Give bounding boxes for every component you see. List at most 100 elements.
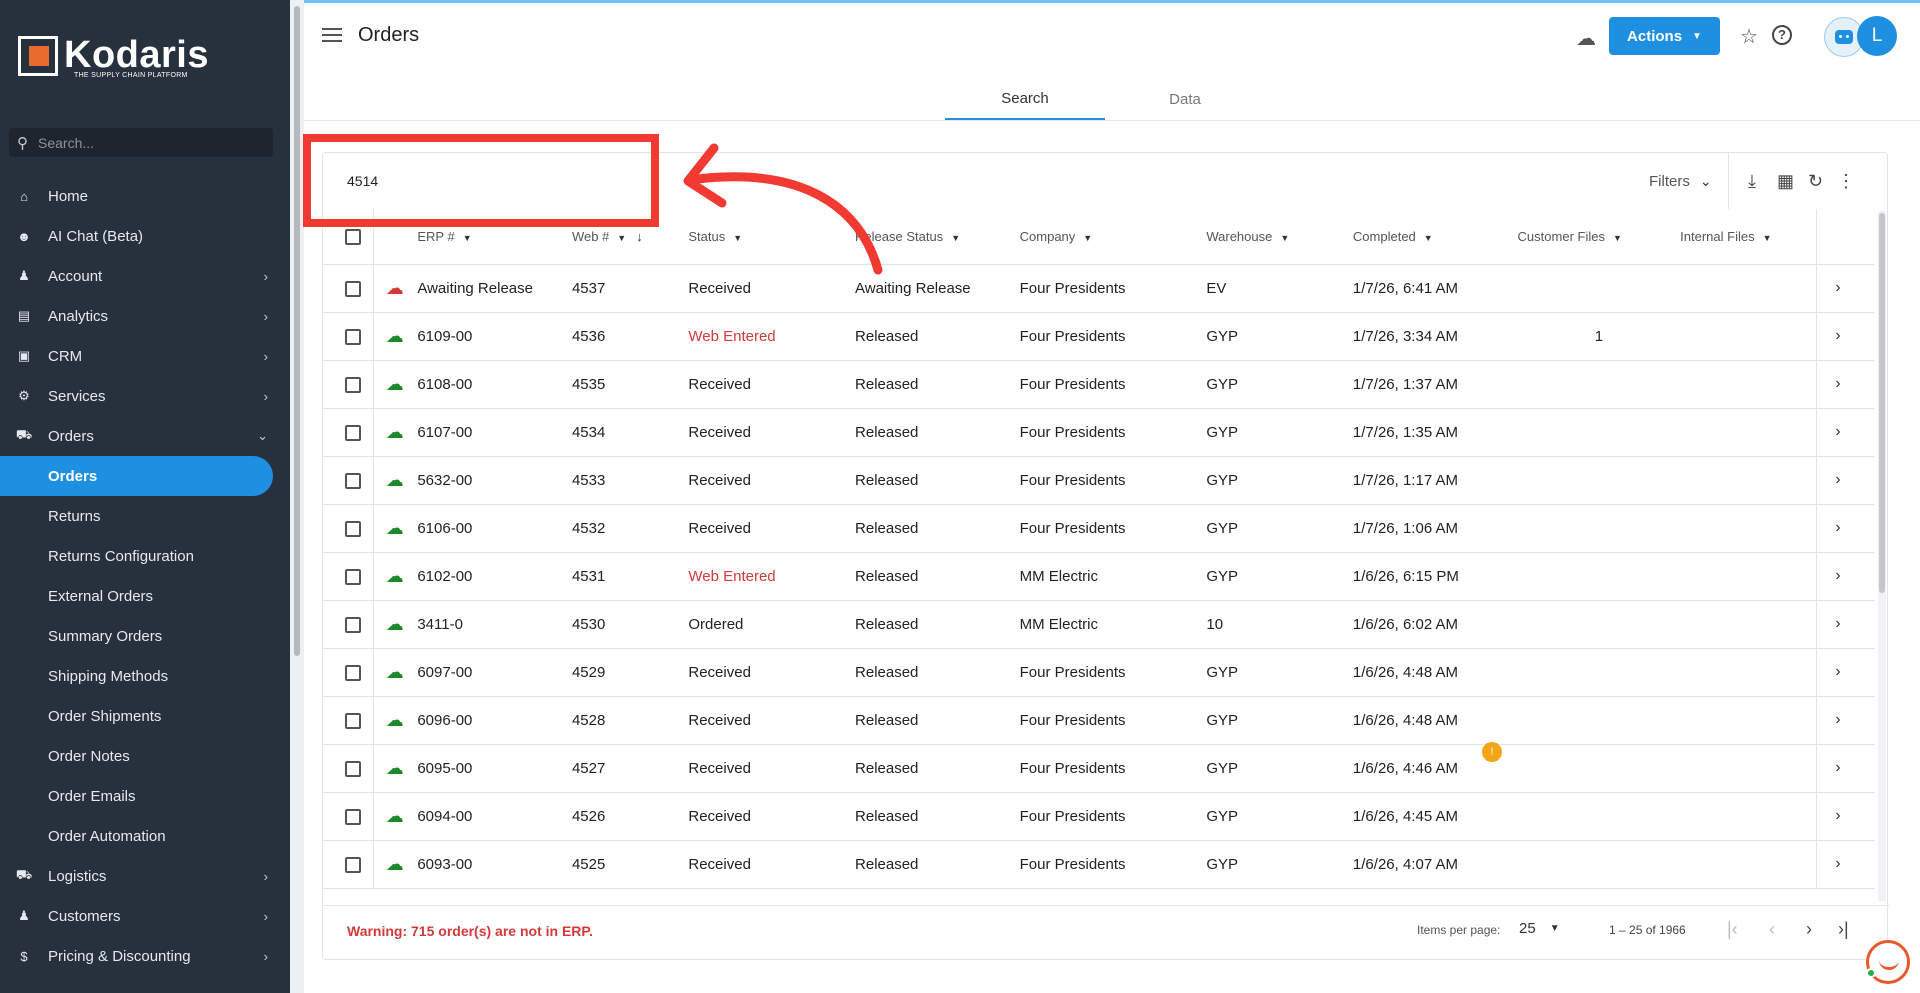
table-row[interactable]: ☁ 6093-00 4525 Received Released Four Pr… <box>323 840 1875 889</box>
column-header-customer-files[interactable]: Customer Files ▼ <box>1517 209 1681 265</box>
row-open-chevron-icon[interactable]: › <box>1816 552 1875 601</box>
sync-ok-cloud-icon[interactable]: ☁ <box>386 854 404 874</box>
caret-down-icon[interactable]: ▼ <box>463 233 472 243</box>
grid-scrollbar-thumb[interactable] <box>1879 213 1885 593</box>
filters-button[interactable]: Filters ⌄ <box>1649 173 1712 190</box>
sidebar-item-pricing-discounting[interactable]: $ Pricing & Discounting › <box>0 936 290 976</box>
caret-down-icon[interactable]: ▼ <box>733 233 742 243</box>
sync-ok-cloud-icon[interactable]: ☁ <box>386 806 404 826</box>
table-row[interactable]: ☁ 6106-00 4532 Received Released Four Pr… <box>323 504 1875 553</box>
table-row[interactable]: ☁ 6096-00 4528 Received Released Four Pr… <box>323 696 1875 745</box>
row-checkbox[interactable] <box>345 472 361 489</box>
kodaris-logo[interactable]: Kodaris THE SUPPLY CHAIN PLATFORM <box>18 36 209 79</box>
sync-ok-cloud-icon[interactable]: ☁ <box>386 758 404 778</box>
table-row[interactable]: ☁ 5632-00 4533 Received Released Four Pr… <box>323 456 1875 505</box>
row-open-chevron-icon[interactable]: › <box>1816 792 1875 841</box>
sidebar-subitem-order-emails[interactable]: Order Emails <box>0 776 290 816</box>
sidebar-subitem-order-notes[interactable]: Order Notes <box>0 736 290 776</box>
sidebar-subitem-order-shipments[interactable]: Order Shipments <box>0 696 290 736</box>
column-header-warehouse[interactable]: Warehouse ▼ <box>1206 209 1353 265</box>
row-open-chevron-icon[interactable]: › <box>1816 360 1875 409</box>
column-header-status[interactable]: Status ▼ <box>688 209 856 265</box>
row-checkbox[interactable] <box>345 808 361 825</box>
last-page-icon[interactable]: ›| <box>1838 919 1849 940</box>
items-per-page-select[interactable]: 25 ▼ <box>1519 920 1560 937</box>
column-header-completed[interactable]: Completed ▼ <box>1352 209 1518 265</box>
row-checkbox[interactable] <box>345 616 361 633</box>
row-open-chevron-icon[interactable]: › <box>1816 504 1875 553</box>
caret-down-icon[interactable]: ▼ <box>617 233 626 243</box>
sidebar-subitem-returns-configuration[interactable]: Returns Configuration <box>0 536 290 576</box>
caret-down-icon[interactable]: ▼ <box>1763 233 1772 243</box>
table-row[interactable]: ☁ 6102-00 4531 Web Entered Released MM E… <box>323 552 1875 601</box>
sidebar-subitem-order-automation[interactable]: Order Automation <box>0 816 290 856</box>
row-open-chevron-icon[interactable]: › <box>1816 840 1875 889</box>
row-open-chevron-icon[interactable]: › <box>1816 408 1875 457</box>
row-open-chevron-icon[interactable]: › <box>1816 312 1875 361</box>
sidebar-item-logistics[interactable]: ⛟ Logistics › <box>0 856 290 896</box>
sync-ok-cloud-icon[interactable]: ☁ <box>386 374 404 394</box>
column-header-release-status[interactable]: Release Status ▼ <box>855 209 1020 265</box>
sidebar-subitem-shipping-methods[interactable]: Shipping Methods <box>0 656 290 696</box>
table-row[interactable]: ☁ 6097-00 4529 Received Released Four Pr… <box>323 648 1875 697</box>
actions-button[interactable]: Actions ▼ <box>1609 17 1720 55</box>
sidebar-subitem-external-orders[interactable]: External Orders <box>0 576 290 616</box>
tab-data[interactable]: Data <box>1105 78 1265 120</box>
sidebar-item-home[interactable]: ⌂ Home <box>0 176 290 216</box>
row-open-chevron-icon[interactable]: › <box>1816 696 1875 745</box>
sidebar-search-input[interactable] <box>38 134 238 151</box>
row-checkbox[interactable] <box>345 760 361 777</box>
row-checkbox[interactable] <box>345 520 361 537</box>
caret-down-icon[interactable]: ▼ <box>1280 233 1289 243</box>
sidebar-item-customers[interactable]: ♟ Customers › <box>0 896 290 936</box>
row-open-chevron-icon[interactable]: › <box>1816 648 1875 697</box>
table-row[interactable]: ☁ 6095-00 4527 Received Released Four Pr… <box>323 744 1875 793</box>
more-options-icon[interactable]: ⋮ <box>1837 171 1855 192</box>
sync-ok-cloud-icon[interactable]: ☁ <box>386 614 404 634</box>
sync-ok-cloud-icon[interactable]: ☁ <box>386 566 404 586</box>
row-checkbox[interactable] <box>345 568 361 585</box>
row-checkbox[interactable] <box>345 856 361 873</box>
row-checkbox[interactable] <box>345 280 361 297</box>
table-row[interactable]: ☁ 6094-00 4526 Received Released Four Pr… <box>323 792 1875 841</box>
refresh-icon[interactable]: ↻ <box>1808 171 1823 192</box>
user-avatar[interactable]: L <box>1857 16 1897 56</box>
sync-ok-cloud-icon[interactable]: ☁ <box>386 470 404 490</box>
row-checkbox[interactable] <box>345 664 361 681</box>
table-row[interactable]: ☁ 6108-00 4535 Received Released Four Pr… <box>323 360 1875 409</box>
column-header-internal-files[interactable]: Internal Files ▼ <box>1680 209 1817 265</box>
sidebar-item-ai-chat-beta[interactable]: ☻ AI Chat (Beta) <box>0 216 290 256</box>
sidebar-scrollbar-thumb[interactable] <box>294 6 300 656</box>
row-open-chevron-icon[interactable]: › <box>1816 744 1875 793</box>
sidebar-item-analytics[interactable]: ▤ Analytics › <box>0 296 290 336</box>
cloud-upload-icon[interactable]: ☁ <box>1576 26 1596 51</box>
sidebar-item-services[interactable]: ⚙ Services › <box>0 376 290 416</box>
select-all-checkbox[interactable] <box>345 228 361 245</box>
row-open-chevron-icon[interactable]: › <box>1816 600 1875 649</box>
next-page-icon[interactable]: › <box>1806 919 1812 940</box>
help-icon[interactable]: ? <box>1772 25 1792 45</box>
sidebar-item-crm[interactable]: ▣ CRM › <box>0 336 290 376</box>
sort-descending-icon[interactable]: ↓ <box>636 229 643 244</box>
table-row[interactable]: ☁ Awaiting Release 4537 Received Awaitin… <box>323 264 1875 313</box>
tab-search[interactable]: Search <box>945 78 1105 120</box>
table-row[interactable]: ☁ 6107-00 4534 Received Released Four Pr… <box>323 408 1875 457</box>
sync-ok-cloud-icon[interactable]: ☁ <box>386 518 404 538</box>
caret-down-icon[interactable]: ▼ <box>1424 233 1433 243</box>
sidebar-search[interactable]: ⚲ <box>9 128 273 157</box>
sidebar-subitem-orders[interactable]: Orders <box>0 456 273 496</box>
table-row[interactable]: ☁ 3411-0 4530 Ordered Released MM Electr… <box>323 600 1875 649</box>
caret-down-icon[interactable]: ▼ <box>1613 233 1622 243</box>
sync-ok-cloud-icon[interactable]: ☁ <box>386 710 404 730</box>
previous-page-icon[interactable]: ‹ <box>1769 919 1775 940</box>
caret-down-icon[interactable]: ▼ <box>1083 233 1092 243</box>
row-open-chevron-icon[interactable]: › <box>1816 264 1875 313</box>
notification-badge[interactable]: ! <box>1482 742 1502 762</box>
sidebar-subitem-returns[interactable]: Returns <box>0 496 290 536</box>
menu-toggle-icon[interactable] <box>322 28 342 42</box>
row-checkbox[interactable] <box>345 712 361 729</box>
sync-ok-cloud-icon[interactable]: ☁ <box>386 326 404 346</box>
row-checkbox[interactable] <box>345 424 361 441</box>
download-icon[interactable]: ⤓ <box>1748 171 1756 192</box>
table-row[interactable]: ☁ 6109-00 4536 Web Entered Released Four… <box>323 312 1875 361</box>
